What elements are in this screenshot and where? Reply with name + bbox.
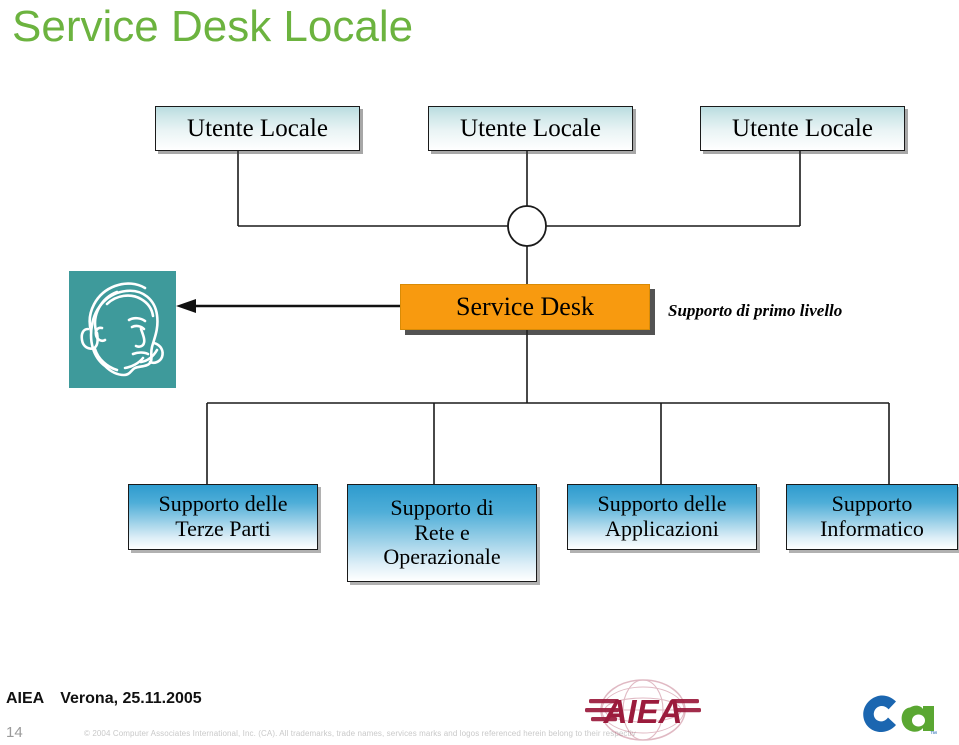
node-supporto-rete-operazionale[interactable]: Supporto di Rete e Operazionale — [347, 484, 537, 582]
node-label-line3: Operazionale — [383, 544, 501, 570]
network-hub-node — [507, 205, 547, 247]
aiea-logo: AIEA — [585, 679, 701, 741]
node-service-desk[interactable]: Service Desk — [400, 284, 650, 330]
node-label: Utente Locale — [732, 114, 873, 142]
org-diagram: Utente Locale Utente Locale Utente Local… — [0, 0, 959, 680]
footer-event-text: Verona, 25.11.2005 — [60, 690, 202, 707]
footer-organization: AIEA — [6, 690, 45, 707]
node-label-line2: Applicazioni — [605, 516, 719, 541]
ca-logo: ™ — [863, 695, 937, 737]
copyright-notice: © 2004 Computer Associates International… — [84, 729, 636, 738]
arrow-servicedesk-to-agent — [176, 299, 400, 313]
ca-logo-trademark: ™ — [930, 731, 937, 737]
node-label-line2: Rete e — [414, 519, 470, 545]
node-label-line1: Supporto — [831, 491, 913, 517]
slide-canvas: Service Desk Locale Utente Locale Utente… — [0, 0, 959, 745]
node-label-line2: Terze Parti — [175, 516, 271, 541]
footer-event-info: AIEA Verona, 25.11.2005 — [6, 690, 202, 708]
node-supporto-informatico[interactable]: Supporto Informatico — [786, 484, 958, 550]
node-label-line1: Supporto delle — [158, 491, 288, 517]
node-label-line1: Supporto di — [390, 495, 494, 521]
node-label: Service Desk — [456, 292, 594, 322]
node-label-line2: Informatico — [820, 516, 924, 541]
node-supporto-applicazioni[interactable]: Supporto delle Applicazioni — [567, 484, 757, 550]
node-supporto-terze-parti[interactable]: Supporto delle Terze Parti — [128, 484, 318, 550]
aiea-logo-text: AIEA — [603, 693, 683, 730]
node-label: Utente Locale — [460, 114, 601, 142]
node-utente-locale-3[interactable]: Utente Locale — [700, 106, 905, 151]
node-utente-locale-2[interactable]: Utente Locale — [428, 106, 633, 151]
slide-footer: AIEA Verona, 25.11.2005 14 © 2004 Compute… — [0, 676, 959, 745]
page-number: 14 — [6, 724, 23, 741]
caption-supporto-primo-livello: Supporto di primo livello — [668, 301, 843, 320]
headset-agent-icon — [69, 271, 176, 388]
node-label: Utente Locale — [187, 114, 328, 142]
node-label-line1: Supporto delle — [597, 491, 727, 517]
node-utente-locale-1[interactable]: Utente Locale — [155, 106, 360, 151]
